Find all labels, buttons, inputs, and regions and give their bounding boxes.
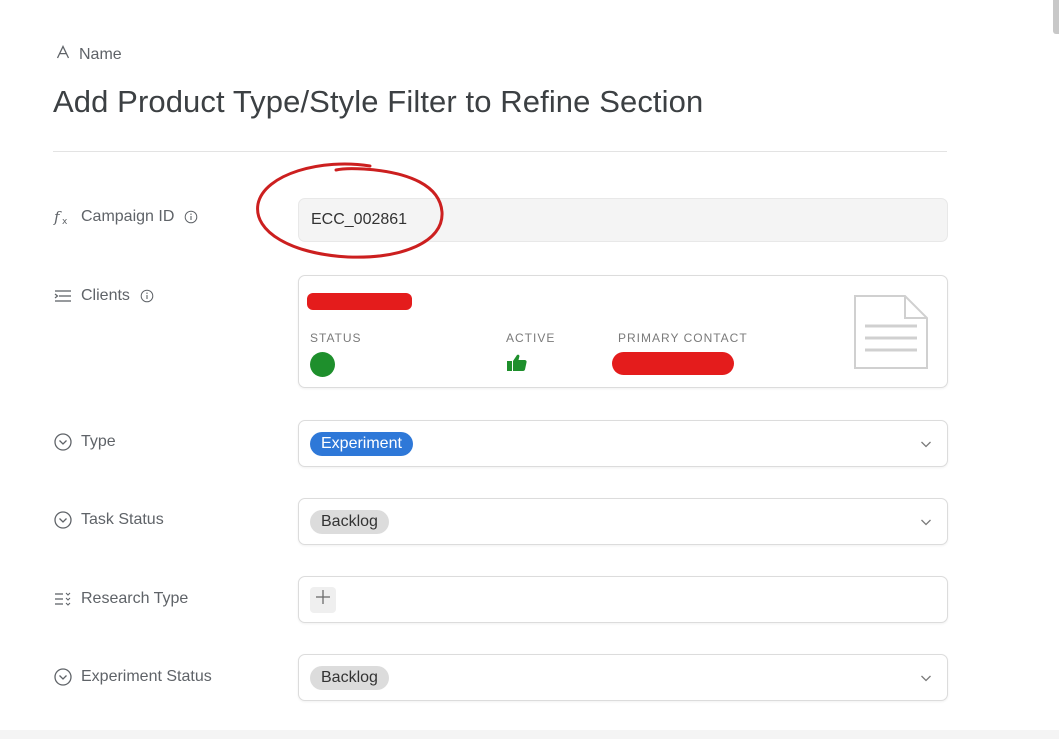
clients-label: Clients: [53, 286, 154, 306]
plus-icon: [315, 589, 331, 610]
redacted-client-name: [307, 293, 412, 310]
status-indicator: [310, 352, 335, 377]
svg-text:x: x: [62, 217, 68, 227]
type-select[interactable]: Experiment: [298, 420, 948, 467]
experiment-status-label: Experiment Status: [53, 667, 212, 687]
divider: [53, 151, 947, 152]
experiment-status-label-text: Experiment Status: [81, 668, 212, 685]
name-label-text: Name: [79, 45, 122, 63]
bottom-edge: [0, 730, 1059, 739]
add-option-button[interactable]: [310, 586, 336, 613]
task-status-select[interactable]: Backlog: [298, 498, 948, 545]
type-pill: Experiment: [310, 431, 413, 456]
thumbs-up-icon: [506, 353, 528, 373]
campaign-id-label: fx Campaign ID: [53, 207, 198, 227]
scrollbar-thumb[interactable]: [1053, 0, 1059, 34]
task-status-pill: Backlog: [310, 509, 389, 534]
page-title[interactable]: Add Product Type/Style Filter to Refine …: [53, 84, 703, 120]
chevron-down-icon[interactable]: [919, 515, 933, 529]
research-type-field[interactable]: [298, 576, 948, 623]
experiment-status-select[interactable]: Backlog: [298, 654, 948, 701]
status-label: STATUS: [310, 331, 362, 345]
type-label-text: Type: [81, 433, 116, 450]
experiment-status-pill: Backlog: [310, 665, 389, 690]
circle-chevron-icon: [53, 510, 73, 530]
document-icon: [853, 294, 929, 370]
multi-select-icon: [53, 589, 73, 609]
active-label: ACTIVE: [506, 331, 556, 345]
campaign-id-label-text: Campaign ID: [81, 208, 175, 225]
info-icon[interactable]: [184, 210, 198, 224]
primary-contact-label: PRIMARY CONTACT: [618, 331, 748, 345]
chevron-down-icon[interactable]: [919, 671, 933, 685]
info-icon[interactable]: [140, 289, 154, 303]
circle-chevron-icon: [53, 667, 73, 687]
text-a-icon: [55, 44, 71, 64]
relation-icon: [53, 286, 73, 306]
clients-label-text: Clients: [81, 287, 130, 304]
type-label: Type: [53, 432, 116, 452]
research-type-label: Research Type: [53, 589, 188, 609]
campaign-id-field: ECC_002861: [298, 198, 948, 242]
task-status-label: Task Status: [53, 510, 164, 530]
formula-icon: fx: [53, 207, 73, 227]
task-status-label-text: Task Status: [81, 511, 164, 528]
client-record-card[interactable]: STATUS ACTIVE PRIMARY CONTACT: [298, 275, 948, 388]
svg-text:f: f: [53, 208, 62, 226]
chevron-down-icon[interactable]: [919, 437, 933, 451]
circle-chevron-icon: [53, 432, 73, 452]
redacted-primary-contact: [612, 352, 734, 375]
research-type-label-text: Research Type: [81, 590, 189, 607]
name-property-label: Name: [55, 44, 122, 64]
